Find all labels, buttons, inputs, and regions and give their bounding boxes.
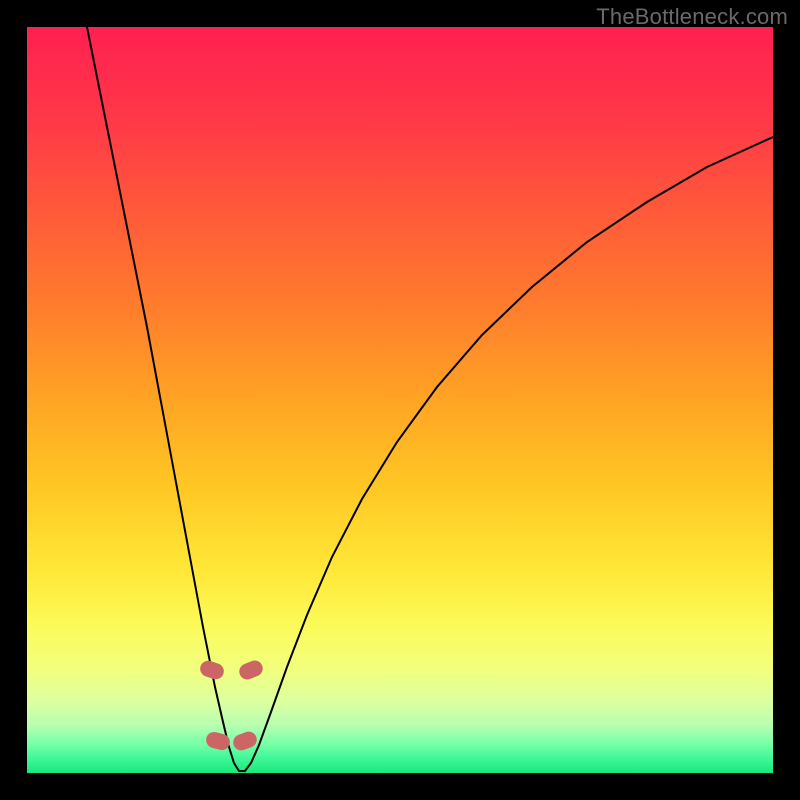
plot-frame — [27, 27, 773, 773]
watermark-text: TheBottleneck.com — [596, 4, 788, 30]
curve-line — [87, 27, 773, 771]
bottleneck-curve — [27, 27, 773, 773]
